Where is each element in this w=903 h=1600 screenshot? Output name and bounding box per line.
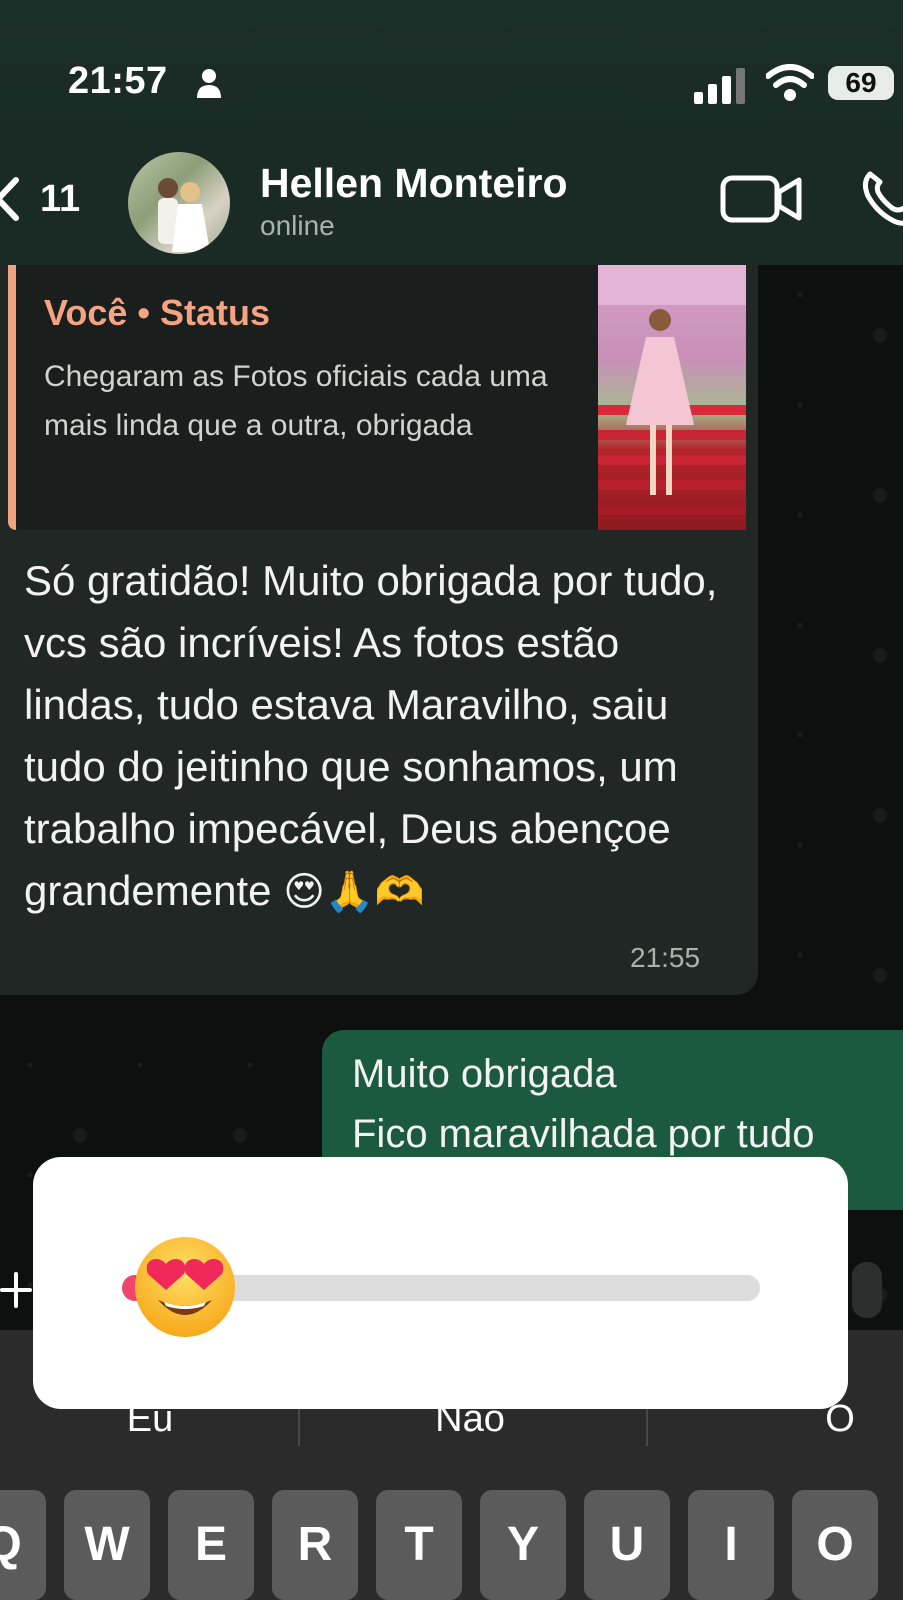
key-u[interactable]: U xyxy=(584,1490,670,1600)
person-icon xyxy=(197,69,221,98)
contact-name[interactable]: Hellen Monteiro xyxy=(260,160,568,207)
key-w[interactable]: W xyxy=(64,1490,150,1600)
quote-accent-bar xyxy=(8,265,16,530)
key-o[interactable]: O xyxy=(792,1490,878,1600)
outgoing-line-2: Fico maravilhada por tudo xyxy=(352,1112,815,1156)
cellular-signal-icon xyxy=(694,68,745,104)
key-t[interactable]: T xyxy=(376,1490,462,1600)
video-call-icon[interactable] xyxy=(720,172,802,226)
attach-plus-icon[interactable] xyxy=(0,1268,34,1312)
back-chevron-icon[interactable] xyxy=(0,176,20,222)
quote-text: Chegaram as Fotos oficiais cada uma mais… xyxy=(44,360,548,442)
status-thumbnail[interactable] xyxy=(598,265,746,530)
message-input[interactable] xyxy=(852,1262,882,1318)
heart-eyes-emoji-icon[interactable] xyxy=(130,1232,240,1342)
key-q[interactable]: Q xyxy=(0,1490,46,1600)
phone-call-icon[interactable] xyxy=(860,168,903,228)
outgoing-line-1: Muito obrigada xyxy=(352,1052,617,1096)
wifi-icon xyxy=(766,64,814,101)
key-i[interactable]: I xyxy=(688,1490,774,1600)
message-time: 21:55 xyxy=(630,942,701,973)
message-emojis: 😍🙏🫶 xyxy=(283,869,425,915)
contact-status: online xyxy=(260,210,335,241)
battery-indicator: 69 xyxy=(828,66,894,100)
key-y[interactable]: Y xyxy=(480,1490,566,1600)
status-time: 21:57 xyxy=(68,60,168,102)
quote-author: Você • Status xyxy=(44,292,271,333)
unread-count[interactable]: 11 xyxy=(40,178,80,221)
message-text: Só gratidão! Muito obrigada por tudo, vc… xyxy=(24,550,744,923)
contact-avatar[interactable] xyxy=(128,152,230,254)
message-body: Só gratidão! Muito obrigada por tudo, vc… xyxy=(24,557,718,914)
key-r[interactable]: R xyxy=(272,1490,358,1600)
key-e[interactable]: E xyxy=(168,1490,254,1600)
